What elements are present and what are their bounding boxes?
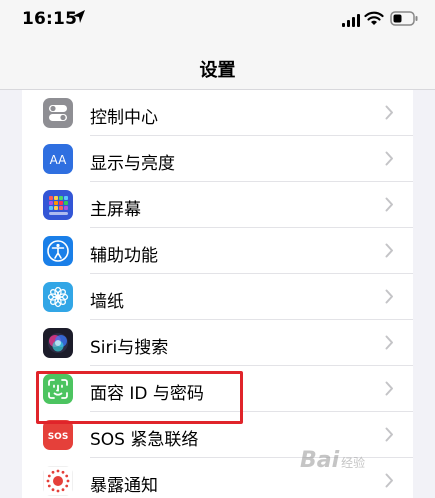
navigation-bar: 设置: [0, 40, 435, 90]
settings-row-label: 显示与亮度: [90, 154, 175, 174]
settings-row-accessibility[interactable]: 辅助功能: [22, 228, 413, 274]
settings-row-label: 暴露通知: [90, 476, 158, 496]
chevron-right-icon: [385, 197, 394, 216]
sos-icon-text: SOS: [48, 432, 69, 442]
settings-row-label: 墙纸: [90, 292, 124, 312]
settings-row-control-center[interactable]: 控制中心: [22, 90, 413, 136]
chevron-right-icon: [385, 289, 394, 308]
baidu-watermark-logo: Bai 经验: [300, 448, 365, 473]
accessibility-icon: [43, 236, 73, 266]
settings-row-label: SOS 紧急联络: [90, 430, 199, 450]
location-arrow-icon: [72, 9, 86, 29]
battery-icon: [390, 11, 418, 30]
wifi-icon: [364, 11, 384, 30]
siri-icon: [43, 328, 73, 358]
chevron-right-icon: [385, 473, 394, 492]
display-brightness-icon: AA: [43, 144, 73, 174]
highlight-box: [36, 371, 243, 424]
status-time: 16:15: [22, 9, 78, 29]
chevron-right-icon: [385, 427, 394, 446]
chevron-right-icon: [385, 243, 394, 262]
wallpaper-icon: [43, 282, 73, 312]
settings-row-label: 控制中心: [90, 108, 158, 128]
settings-row-label: 主屏幕: [90, 200, 141, 220]
settings-row-siri-search[interactable]: Siri与搜索: [22, 320, 413, 366]
chevron-right-icon: [385, 335, 394, 354]
sos-icon: SOS: [43, 420, 73, 450]
page-title: 设置: [199, 60, 236, 81]
settings-row-home-screen[interactable]: 主屏幕: [22, 182, 413, 228]
settings-row-wallpaper[interactable]: 墙纸: [22, 274, 413, 320]
settings-row-label: Siri与搜索: [90, 338, 169, 358]
status-bar: 16:15: [0, 0, 435, 40]
watermark-suffix: 经验: [341, 456, 366, 470]
settings-row-label: 辅助功能: [90, 246, 158, 266]
cellular-signal-icon: [342, 12, 360, 31]
settings-row-display-brightness[interactable]: AA 显示与亮度: [22, 136, 413, 182]
chevron-right-icon: [385, 151, 394, 170]
chevron-right-icon: [385, 105, 394, 124]
svg-text:AA: AA: [50, 153, 68, 167]
exposure-notification-icon: [43, 466, 73, 496]
settings-list: 控制中心 AA 显示与亮度 主屏幕 辅助功能 墙纸 Siri与搜索 面容 ID …: [22, 90, 413, 498]
watermark-text: Bai: [300, 448, 340, 473]
chevron-right-icon: [385, 381, 394, 400]
home-screen-icon: [43, 190, 73, 220]
control-center-icon: [43, 98, 73, 128]
